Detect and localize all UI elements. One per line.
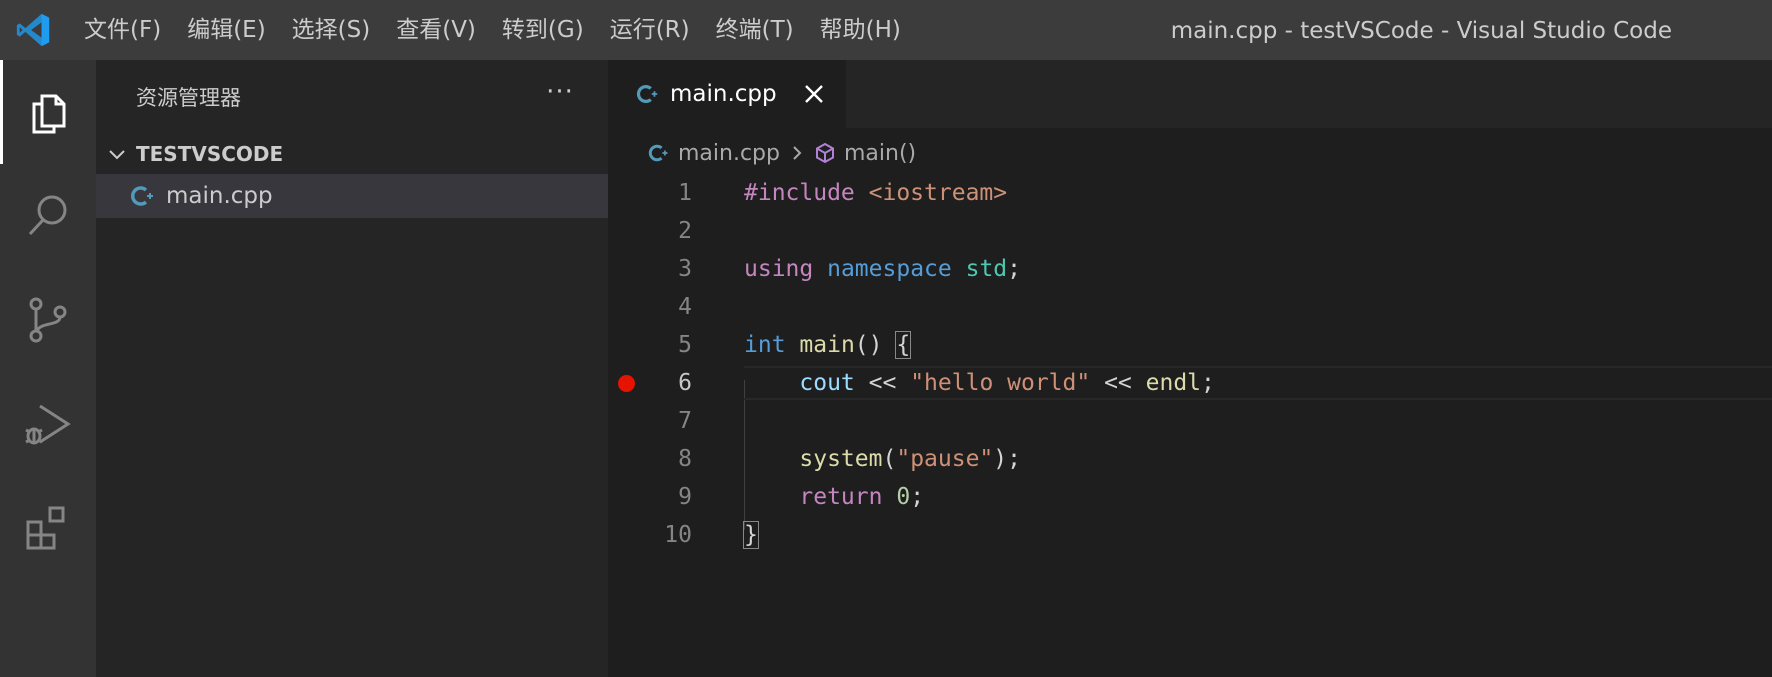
code-text: } xyxy=(743,521,759,549)
activity-source-control[interactable] xyxy=(0,268,96,372)
code-text: return 0; xyxy=(799,484,925,510)
line-number: 6 xyxy=(678,370,692,396)
activity-run-debug[interactable] xyxy=(0,372,96,476)
line-number: 5 xyxy=(678,332,692,358)
line-number: 8 xyxy=(678,446,692,472)
source-control-icon xyxy=(29,297,67,343)
line-number: 10 xyxy=(664,522,692,548)
code-line: 1 #include <iostream> xyxy=(608,174,1772,212)
line-number: 7 xyxy=(678,408,692,434)
code-line: 8 system("pause"); xyxy=(608,440,1772,478)
code-line: 3 using namespace std; xyxy=(608,250,1772,288)
menu-help[interactable]: 帮助(H) xyxy=(810,0,911,60)
editor-area: main.cpp main.cpp main() 1 #include <ios… xyxy=(608,60,1772,677)
line-number: 2 xyxy=(678,218,692,244)
breadcrumb-file[interactable]: main.cpp xyxy=(678,141,780,166)
code-line: 7 xyxy=(608,402,1772,440)
breadcrumb: main.cpp main() xyxy=(648,136,916,170)
code-text: system("pause"); xyxy=(799,446,1021,472)
activity-search[interactable] xyxy=(0,164,96,268)
activity-extensions[interactable] xyxy=(0,476,96,580)
tab-main-cpp[interactable]: main.cpp xyxy=(608,60,846,128)
explorer-file-main-cpp[interactable]: main.cpp xyxy=(96,174,608,218)
close-icon[interactable] xyxy=(800,80,828,108)
cpp-file-icon xyxy=(648,144,668,162)
chevron-down-icon xyxy=(109,150,125,160)
code-text: #include <iostream> xyxy=(744,180,1008,206)
folder-testvscode[interactable]: TESTVSCODE xyxy=(96,136,608,172)
extensions-icon xyxy=(26,506,65,550)
breadcrumb-symbol[interactable]: main() xyxy=(844,141,916,166)
search-icon xyxy=(28,195,67,236)
activity-bar xyxy=(0,60,96,677)
code-text: int main() { xyxy=(744,331,912,359)
menu-selection[interactable]: 选择(S) xyxy=(282,0,381,60)
code-line: 10 } xyxy=(608,516,1772,554)
menu-view[interactable]: 查看(V) xyxy=(386,0,486,60)
window-title: main.cpp - testVSCode - Visual Studio Co… xyxy=(1170,18,1672,44)
code-line: 9 return 0; xyxy=(608,478,1772,516)
line-number: 9 xyxy=(678,484,692,510)
code-line: 4 xyxy=(608,288,1772,326)
explorer-sidebar: 资源管理器 ··· TESTVSCODE main.cpp xyxy=(96,60,608,677)
cpp-file-icon xyxy=(636,85,658,103)
activity-explorer[interactable] xyxy=(0,60,96,164)
line-number: 4 xyxy=(678,294,692,320)
code-text: using namespace std; xyxy=(744,256,1021,282)
menu-go[interactable]: 转到(G) xyxy=(492,0,594,60)
file-name: main.cpp xyxy=(166,183,273,209)
code-line-current: 6 cout << "hello world" << endl; xyxy=(608,364,1772,402)
code-editor[interactable]: 1 #include <iostream> 2 3 using namespac… xyxy=(608,174,1772,594)
folder-name: TESTVSCODE xyxy=(136,142,284,166)
more-actions-button[interactable]: ··· xyxy=(540,72,580,112)
cpp-file-icon xyxy=(130,186,153,206)
menu-file[interactable]: 文件(F) xyxy=(74,0,171,60)
code-text: cout << "hello world" << endl; xyxy=(799,370,1215,396)
editor-tabs: main.cpp xyxy=(608,60,1772,128)
line-number: 3 xyxy=(678,256,692,282)
menu-run[interactable]: 运行(R) xyxy=(600,0,700,60)
menu-edit[interactable]: 编辑(E) xyxy=(177,0,275,60)
title-bar: 文件(F) 编辑(E) 选择(S) 查看(V) 转到(G) 运行(R) 终端(T… xyxy=(0,0,1772,60)
files-icon xyxy=(32,94,65,134)
menu-bar: 文件(F) 编辑(E) 选择(S) 查看(V) 转到(G) 运行(R) 终端(T… xyxy=(74,0,917,60)
run-debug-icon xyxy=(25,404,71,445)
code-line: 2 xyxy=(608,212,1772,250)
line-number: 1 xyxy=(678,180,692,206)
symbol-method-icon xyxy=(816,142,834,164)
menu-terminal[interactable]: 终端(T) xyxy=(706,0,804,60)
tab-label: main.cpp xyxy=(670,81,777,107)
chevron-right-icon xyxy=(793,146,802,160)
sidebar-title: 资源管理器 xyxy=(136,86,241,110)
code-line: 5 int main() { xyxy=(608,326,1772,364)
vscode-logo-icon[interactable] xyxy=(14,11,52,49)
